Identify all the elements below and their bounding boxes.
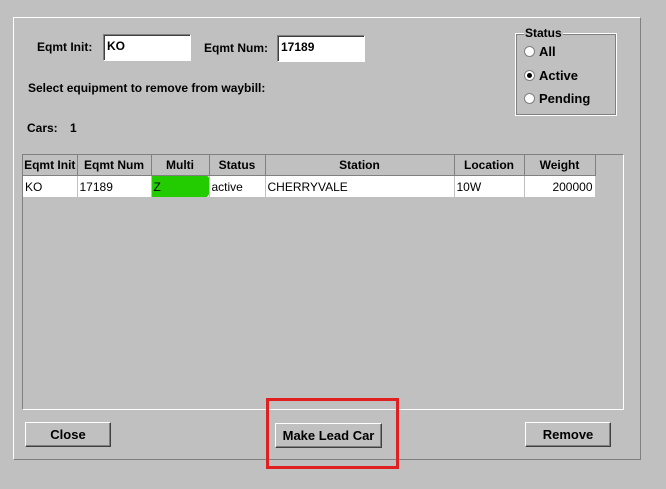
col-header-weight[interactable]: Weight — [524, 155, 596, 176]
remove-button[interactable]: Remove — [525, 422, 611, 447]
status-all-label: All — [539, 43, 556, 59]
radio-unchecked-icon — [524, 45, 535, 57]
status-all-radio[interactable]: All — [524, 43, 556, 59]
col-header-station[interactable]: Station — [265, 155, 455, 176]
status-active-radio[interactable]: Active — [524, 67, 578, 83]
cell-weight[interactable]: 200000 — [524, 175, 596, 198]
status-pending-label: Pending — [539, 90, 591, 106]
annotation-highlight-box — [266, 398, 399, 469]
col-header-status[interactable]: Status — [209, 155, 266, 176]
cell-status[interactable]: active — [209, 175, 266, 198]
cell-multi[interactable]: Z — [151, 175, 210, 198]
cell-station[interactable]: CHERRYVALE — [265, 175, 455, 198]
col-header-eqmt-num[interactable]: Eqmt Num — [77, 155, 152, 176]
table-header-row: Eqmt Init Eqmt Num Multi Status Station … — [23, 155, 596, 176]
col-header-eqmt-init[interactable]: Eqmt Init — [23, 155, 78, 176]
radio-unchecked-icon — [524, 92, 535, 104]
cars-label: Cars: — [27, 121, 58, 135]
eqmt-init-field[interactable]: KO — [103, 34, 191, 61]
eqmt-num-field[interactable]: 17189 — [277, 35, 365, 62]
close-button[interactable]: Close — [25, 422, 111, 447]
status-title: Status — [524, 26, 563, 40]
status-pending-radio[interactable]: Pending — [524, 90, 590, 106]
cars-count: 1 — [70, 121, 77, 135]
status-active-label: Active — [539, 67, 579, 83]
cell-location[interactable]: 10W — [454, 175, 525, 198]
table-row[interactable]: KO 17189 Z active CHERRYVALE 10W 200000 — [23, 175, 596, 198]
instruction-text: Select equipment to remove from waybill: — [28, 81, 266, 95]
col-header-multi[interactable]: Multi — [151, 155, 210, 176]
col-header-location[interactable]: Location — [454, 155, 525, 176]
radio-checked-icon — [524, 69, 535, 81]
equipment-table[interactable]: Eqmt Init Eqmt Num Multi Status Station … — [22, 154, 624, 410]
eqmt-num-label: Eqmt Num: — [204, 41, 268, 55]
cell-eqmt-init[interactable]: KO — [23, 175, 78, 198]
cell-eqmt-num[interactable]: 17189 — [77, 175, 152, 198]
cell-multi-value: Z — [153, 179, 161, 194]
eqmt-init-label: Eqmt Init: — [37, 40, 93, 54]
